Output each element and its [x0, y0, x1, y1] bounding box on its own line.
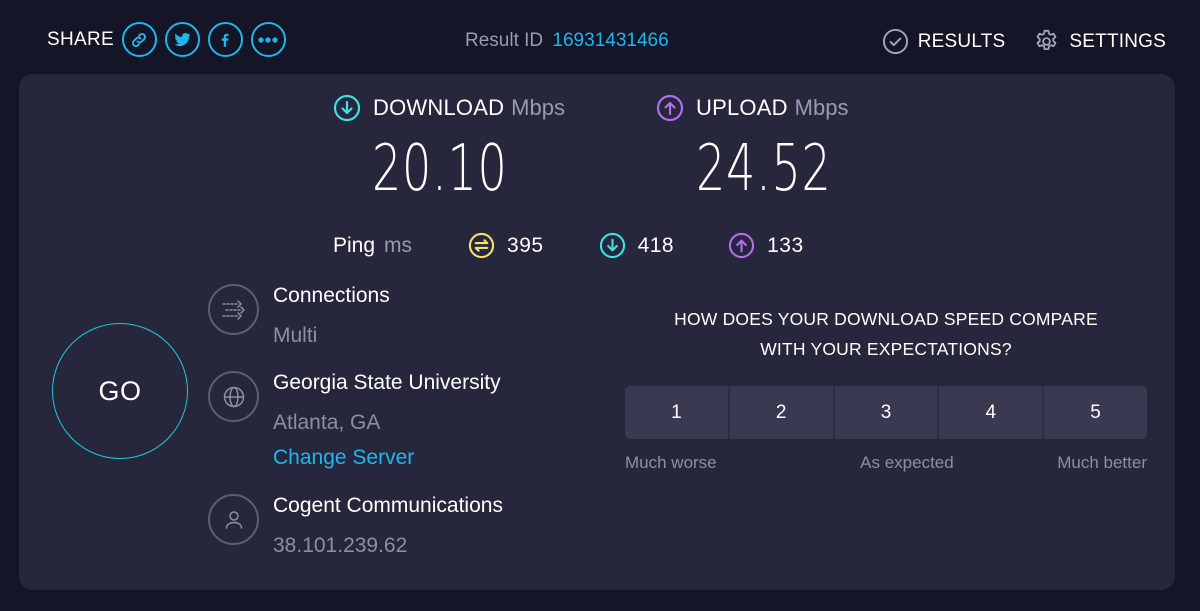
- download-latency-icon: [599, 232, 625, 259]
- rating-option-4[interactable]: 4: [939, 386, 1045, 439]
- server-name: Georgia State University: [273, 371, 501, 394]
- download-value: 20.10: [372, 132, 508, 206]
- survey-question: HOW DOES YOUR DOWNLOAD SPEED COMPARE WIT…: [625, 304, 1147, 364]
- ping-unit: ms: [384, 233, 413, 257]
- user-icon: [208, 494, 259, 545]
- ping-idle: 395: [468, 232, 544, 259]
- server-location: Atlanta, GA: [273, 411, 381, 434]
- scale-label-mid: As expected: [860, 453, 954, 472]
- nav-settings-label: SETTINGS: [1069, 30, 1166, 52]
- rating-option-5[interactable]: 5: [1044, 386, 1147, 439]
- upload-value: 24.52: [696, 132, 832, 206]
- share-bar: SHARE: [47, 22, 294, 57]
- nav-results-label: RESULTS: [917, 30, 1006, 52]
- rating-option-3[interactable]: 3: [834, 386, 940, 439]
- result-id: Result ID 16931431466: [465, 30, 669, 52]
- share-more-button[interactable]: [250, 22, 286, 57]
- share-twitter-button[interactable]: [164, 22, 200, 57]
- provider-ip: 38.101.239.62: [273, 534, 408, 557]
- ping-idle-value: 395: [507, 233, 544, 257]
- download-arrow-icon: [333, 94, 361, 122]
- result-id-label: Result ID: [465, 30, 544, 51]
- connections-title: Connections: [273, 284, 390, 307]
- nav-settings[interactable]: SETTINGS: [1033, 28, 1166, 55]
- upload-speed: UPLOAD Mbps 24.52: [656, 94, 849, 206]
- globe-icon: [208, 371, 259, 422]
- change-server-link[interactable]: Change Server: [273, 446, 414, 470]
- go-button[interactable]: GO: [52, 323, 188, 459]
- check-circle-icon: [882, 28, 908, 55]
- speed-expectation-survey: HOW DOES YOUR DOWNLOAD SPEED COMPARE WIT…: [625, 304, 1147, 473]
- top-nav: RESULTS SETTINGS: [854, 28, 1166, 55]
- ping-upload-value: 133: [767, 233, 804, 257]
- share-label: SHARE: [47, 28, 114, 50]
- ping-label: Ping: [333, 233, 376, 257]
- ping-row: Ping ms 395 418 133: [333, 232, 804, 259]
- survey-question-line-2: WITH YOUR EXPECTATIONS?: [760, 339, 1012, 359]
- download-speed: DOWNLOAD Mbps 20.10: [333, 94, 565, 206]
- facebook-icon: [222, 33, 229, 47]
- survey-question-line-1: HOW DOES YOUR DOWNLOAD SPEED COMPARE: [674, 309, 1098, 329]
- download-label: DOWNLOAD: [373, 95, 505, 120]
- idle-latency-icon: [468, 232, 495, 259]
- upload-arrow-icon: [656, 94, 684, 122]
- more-icon: [258, 36, 279, 43]
- provider-name: Cogent Communications: [273, 494, 503, 517]
- upload-label: UPLOAD: [696, 95, 788, 120]
- upload-latency-icon: [728, 232, 755, 259]
- connections-icon: [208, 284, 259, 335]
- ping-download: 418: [599, 232, 675, 259]
- scale-label-high: Much better: [1057, 453, 1147, 472]
- share-facebook-button[interactable]: [207, 22, 243, 57]
- results-panel: DOWNLOAD Mbps 20.10 UPLOAD Mbps 24.52 Pi…: [19, 74, 1175, 590]
- upload-unit: Mbps: [794, 95, 849, 120]
- gear-icon: [1036, 29, 1057, 51]
- rating-option-2[interactable]: 2: [729, 386, 835, 439]
- scale-label-low: Much worse: [625, 453, 717, 472]
- result-id-link[interactable]: 16931431466: [552, 30, 668, 51]
- share-link-button[interactable]: [121, 22, 157, 57]
- connections-value: Multi: [273, 324, 318, 347]
- header: SHARE Result ID 16931431466 RESULTS SETT…: [0, 0, 1200, 80]
- twitter-icon: [174, 32, 191, 46]
- rating-scale: 1 2 3 4 5: [625, 386, 1147, 439]
- rating-option-1[interactable]: 1: [625, 386, 730, 439]
- nav-results[interactable]: RESULTS: [882, 28, 1006, 55]
- rating-scale-labels: Much worse As expected Much better: [625, 453, 1147, 473]
- link-icon: [132, 32, 147, 47]
- download-unit: Mbps: [511, 95, 565, 120]
- ping-download-value: 418: [637, 233, 675, 257]
- ping-upload: 133: [728, 232, 804, 259]
